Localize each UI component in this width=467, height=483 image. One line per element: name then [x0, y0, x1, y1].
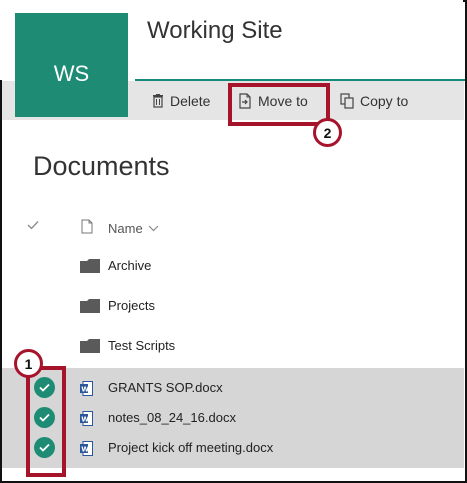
- folder-name[interactable]: Test Scripts: [108, 338, 175, 353]
- copy-icon: [340, 92, 354, 109]
- word-document-icon: W: [80, 411, 93, 426]
- copy-to-button[interactable]: Copy to: [340, 81, 408, 120]
- site-logo[interactable]: WS: [15, 13, 128, 117]
- page-title: Documents: [33, 151, 170, 181]
- list-item-folder[interactable]: Test Scripts: [2, 326, 464, 366]
- selection-highlight-box: [26, 366, 66, 477]
- folder-name[interactable]: Archive: [108, 258, 151, 273]
- svg-text:W: W: [81, 386, 89, 394]
- svg-text:W: W: [81, 446, 89, 454]
- copy-to-label: Copy to: [360, 92, 409, 109]
- file-name[interactable]: Project kick off meeting.docx: [108, 440, 273, 455]
- trash-icon: [153, 93, 163, 108]
- delete-button[interactable]: Delete: [152, 81, 210, 120]
- list-item-file[interactable]: W Project kick off meeting.docx: [2, 428, 464, 468]
- word-document-icon: W: [80, 381, 93, 396]
- list-item-folder[interactable]: Projects: [2, 286, 464, 326]
- folder-icon: [80, 339, 100, 353]
- callout-badge-2: 2: [313, 118, 342, 147]
- chevron-down-icon: [148, 225, 159, 232]
- site-logo-text: WS: [53, 61, 90, 86]
- select-all-checkmark-icon[interactable]: [27, 220, 39, 230]
- name-column-header[interactable]: Name: [108, 221, 159, 236]
- file-name[interactable]: GRANTS SOP.docx: [108, 380, 223, 395]
- column-header-row: Name: [2, 213, 464, 243]
- file-name[interactable]: notes_08_24_16.docx: [108, 410, 236, 425]
- folder-name[interactable]: Projects: [108, 298, 155, 313]
- callout-badge-1: 1: [14, 349, 43, 378]
- file-type-column-icon: [81, 219, 93, 234]
- list-item-folder[interactable]: Archive: [2, 246, 464, 286]
- folder-icon: [80, 299, 100, 313]
- delete-label: Delete: [170, 92, 211, 109]
- svg-text:W: W: [81, 416, 89, 424]
- word-document-icon: W: [80, 441, 93, 456]
- move-to-highlight-box: [228, 83, 330, 126]
- folder-icon: [80, 259, 100, 273]
- name-column-label: Name: [108, 221, 143, 236]
- site-title[interactable]: Working Site: [147, 17, 283, 45]
